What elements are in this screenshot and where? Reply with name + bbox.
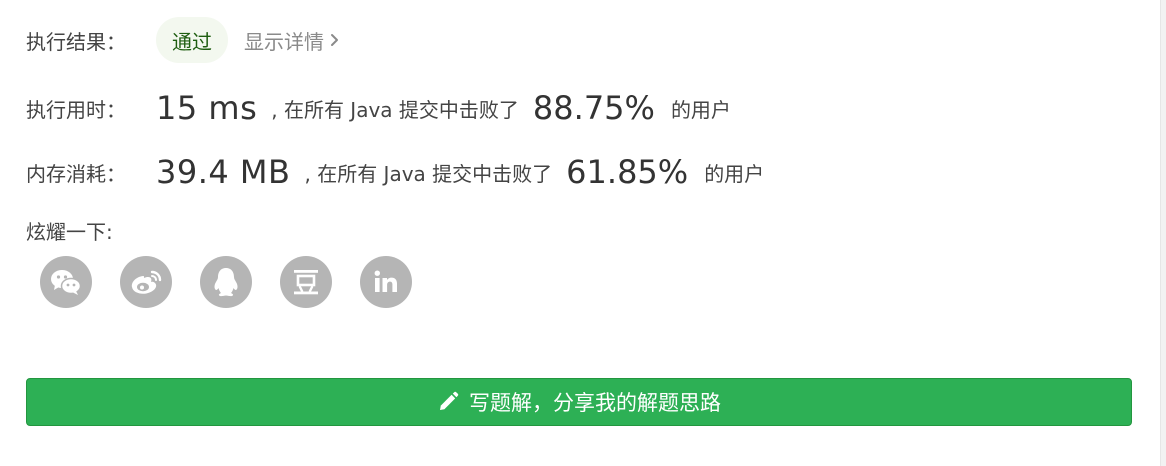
runtime-beat-text: , 在所有 Java 提交中击败了 [271, 97, 519, 122]
memory-suffix: 的用户 [704, 161, 765, 186]
memory-label: 内存消耗： [26, 161, 126, 186]
write-solution-button[interactable]: 写题解，分享我的解题思路 [26, 378, 1132, 426]
scrollbar-track[interactable] [1160, 0, 1166, 466]
share-row: 炫耀一下: [26, 212, 113, 248]
qq-share-button[interactable] [200, 256, 252, 308]
memory-beat-text: , 在所有 Java 提交中击败了 [304, 161, 553, 186]
share-icons [40, 256, 412, 308]
weibo-icon [131, 270, 162, 294]
qq-icon [214, 268, 238, 297]
linkedin-share-button[interactable] [360, 256, 412, 308]
memory-row: 内存消耗： 39.4 MB , 在所有 Java 提交中击败了 61.85% 的… [26, 146, 764, 198]
douban-share-button[interactable] [280, 256, 332, 308]
runtime-value: 15 ms [156, 89, 258, 127]
result-row: 执行结果： 通过 显示详情 [26, 16, 340, 64]
status-badge: 通过 [156, 17, 228, 63]
wechat-share-button[interactable] [40, 256, 92, 308]
runtime-percentile: 88.75% [532, 89, 655, 127]
chevron-right-icon [331, 34, 338, 46]
submission-result-panel: 执行结果： 通过 显示详情 执行用时： 15 ms , 在所有 Java 提交中… [0, 0, 1166, 466]
memory-value: 39.4 MB [156, 153, 291, 191]
runtime-row: 执行用时： 15 ms , 在所有 Java 提交中击败了 88.75% 的用户 [26, 82, 731, 134]
weibo-share-button[interactable] [120, 256, 172, 308]
wechat-icon [51, 270, 82, 295]
runtime-suffix: 的用户 [670, 97, 731, 122]
linkedin-icon [374, 270, 397, 292]
pencil-icon [440, 391, 459, 410]
write-solution-label: 写题解，分享我的解题思路 [469, 391, 721, 415]
show-details-label: 显示详情 [244, 29, 324, 54]
douban-icon [294, 270, 318, 295]
runtime-label: 执行用时： [26, 97, 126, 122]
show-details-link[interactable]: 显示详情 [244, 26, 340, 55]
result-label: 执行结果： [26, 29, 126, 54]
memory-percentile: 61.85% [566, 153, 689, 191]
share-label: 炫耀一下: [26, 219, 113, 244]
